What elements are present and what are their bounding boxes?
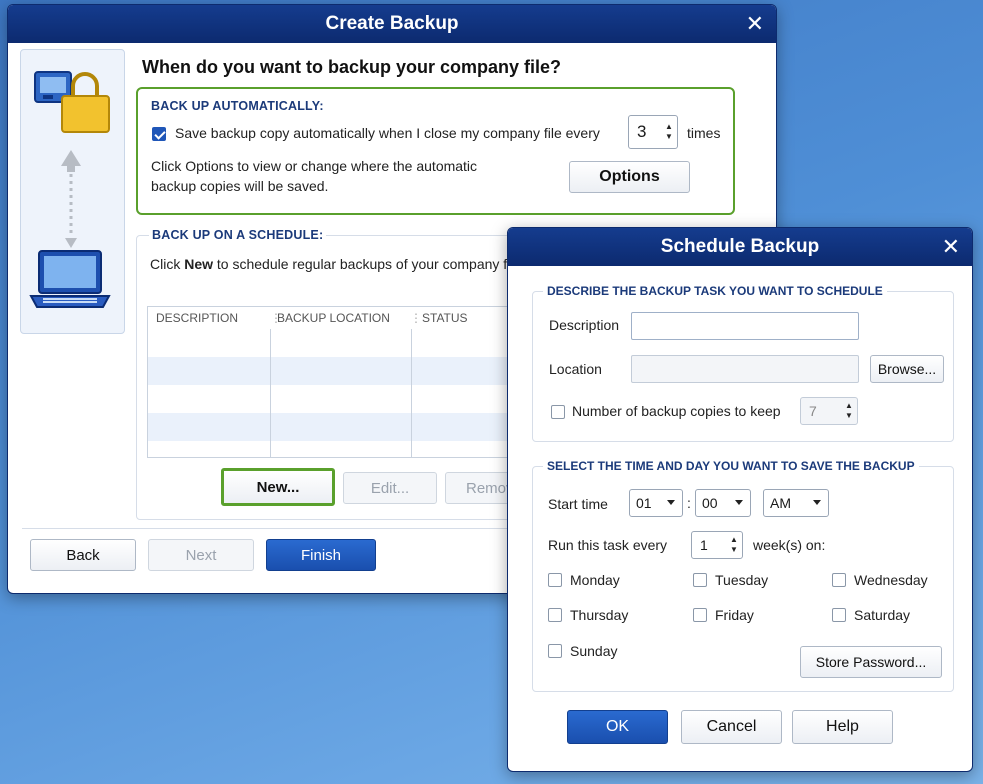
minute-select[interactable]: 00 — [695, 489, 751, 517]
chevron-down-icon — [813, 500, 821, 505]
day-checkbox[interactable] — [832, 608, 846, 622]
stepper-arrows-icon[interactable]: ▲ ▼ — [841, 401, 857, 421]
day-checkbox[interactable] — [693, 608, 707, 622]
day-checkbox[interactable] — [548, 608, 562, 622]
copies-to-keep-label: Number of backup copies to keep — [572, 403, 781, 419]
options-hint-line2: backup copies will be saved. — [151, 178, 329, 194]
scheduled-backups-table[interactable]: DESCRIPTION ⋮ BACKUP LOCATION ⋮ STATUS — [147, 306, 529, 458]
backup-task-group: DESCRIBE THE BACKUP TASK YOU WANT TO SCH… — [532, 284, 954, 442]
schedule-backup-title: Schedule Backup — [660, 236, 820, 257]
chevron-down-icon — [735, 500, 743, 505]
table-row[interactable] — [148, 413, 528, 441]
ampm-select[interactable]: AM — [763, 489, 829, 517]
day-wednesday[interactable]: Wednesday — [832, 572, 928, 588]
day-saturday[interactable]: Saturday — [832, 607, 910, 623]
chevron-down-icon — [667, 500, 675, 505]
copies-to-keep-value: 7 — [809, 403, 817, 419]
start-time-label: Start time — [548, 496, 608, 512]
backup-task-group-label: DESCRIBE THE BACKUP TASK YOU WANT TO SCH… — [543, 284, 887, 298]
finish-button[interactable]: Finish — [266, 539, 376, 571]
edit-button[interactable]: Edit... — [343, 472, 437, 504]
store-password-button[interactable]: Store Password... — [800, 646, 942, 678]
hour-select[interactable]: 01 — [629, 489, 683, 517]
schedule-backup-body: DESCRIBE THE BACKUP TASK YOU WANT TO SCH… — [512, 266, 968, 767]
browse-button[interactable]: Browse... — [870, 355, 944, 383]
cancel-button[interactable]: Cancel — [681, 710, 782, 744]
copies-to-keep-stepper[interactable]: 7 ▲ ▼ — [800, 397, 858, 425]
day-friday[interactable]: Friday — [693, 607, 754, 623]
times-label: times — [687, 125, 721, 141]
weeks-label: week(s) on: — [753, 537, 826, 553]
new-button[interactable]: New... — [221, 468, 335, 506]
day-monday[interactable]: Monday — [548, 572, 620, 588]
close-icon[interactable]: ✕ — [746, 11, 764, 37]
auto-backup-checkbox[interactable] — [152, 127, 166, 141]
schedule-backup-label: BACK UP ON A SCHEDULE: — [149, 228, 327, 242]
close-icon[interactable]: ✕ — [942, 234, 960, 260]
options-hint-line1: Click Options to view or change where th… — [151, 158, 478, 174]
auto-backup-group: BACK UP AUTOMATICALLY: Save backup copy … — [136, 87, 735, 215]
backup-copies-stepper[interactable]: 3 ▲ ▼ — [628, 115, 678, 149]
column-header-status[interactable]: STATUS — [422, 311, 468, 325]
description-label: Description — [549, 317, 620, 333]
backup-illustration-icon — [29, 71, 111, 308]
table-row[interactable] — [148, 329, 528, 357]
time-separator: : — [687, 495, 691, 511]
help-button[interactable]: Help — [792, 710, 893, 744]
back-button[interactable]: Back — [30, 539, 136, 571]
day-thursday[interactable]: Thursday — [548, 607, 628, 623]
schedule-backup-titlebar: Schedule Backup ✕ — [508, 228, 972, 266]
table-header: DESCRIPTION ⋮ BACKUP LOCATION ⋮ STATUS — [156, 311, 468, 325]
copies-to-keep-checkbox[interactable] — [551, 405, 565, 419]
table-row[interactable] — [148, 357, 528, 385]
backup-time-group: SELECT THE TIME AND DAY YOU WANT TO SAVE… — [532, 459, 954, 692]
next-button[interactable]: Next — [148, 539, 254, 571]
day-tuesday[interactable]: Tuesday — [693, 572, 768, 588]
schedule-backup-group: BACK UP ON A SCHEDULE: Click New to sche… — [136, 228, 533, 520]
run-every-label: Run this task every — [548, 537, 668, 553]
run-every-value: 1 — [700, 537, 708, 553]
ok-button[interactable]: OK — [567, 710, 668, 744]
backup-copies-value: 3 — [637, 122, 647, 141]
options-button[interactable]: Options — [569, 161, 690, 193]
location-field[interactable] — [631, 355, 859, 383]
page-title: When do you want to backup your company … — [142, 57, 562, 77]
run-every-stepper[interactable]: 1 ▲ ▼ — [691, 531, 743, 559]
stepper-arrows-icon[interactable]: ▲ ▼ — [661, 122, 677, 142]
stepper-arrows-icon[interactable]: ▲ ▼ — [726, 535, 742, 555]
column-header-description[interactable]: DESCRIPTION — [156, 311, 238, 325]
auto-backup-label: BACK UP AUTOMATICALLY: — [151, 99, 324, 113]
day-checkbox[interactable] — [548, 644, 562, 658]
location-label: Location — [549, 361, 602, 377]
create-backup-titlebar: Create Backup ✕ — [8, 5, 776, 43]
table-row[interactable] — [148, 385, 528, 413]
description-field[interactable] — [631, 312, 859, 340]
day-checkbox[interactable] — [832, 573, 846, 587]
auto-backup-checkbox-label: Save backup copy automatically when I cl… — [175, 125, 600, 141]
backup-time-group-label: SELECT THE TIME AND DAY YOU WANT TO SAVE… — [543, 459, 919, 473]
schedule-backup-window: Schedule Backup ✕ DESCRIBE THE BACKUP TA… — [507, 227, 973, 772]
day-sunday[interactable]: Sunday — [548, 643, 617, 659]
backup-illustration-panel — [20, 49, 125, 334]
schedule-hint: Click New to schedule regular backups of… — [150, 256, 526, 272]
create-backup-title: Create Backup — [325, 13, 459, 34]
day-checkbox[interactable] — [548, 573, 562, 587]
day-checkbox[interactable] — [693, 573, 707, 587]
column-header-backup-location[interactable]: BACKUP LOCATION — [277, 311, 390, 325]
